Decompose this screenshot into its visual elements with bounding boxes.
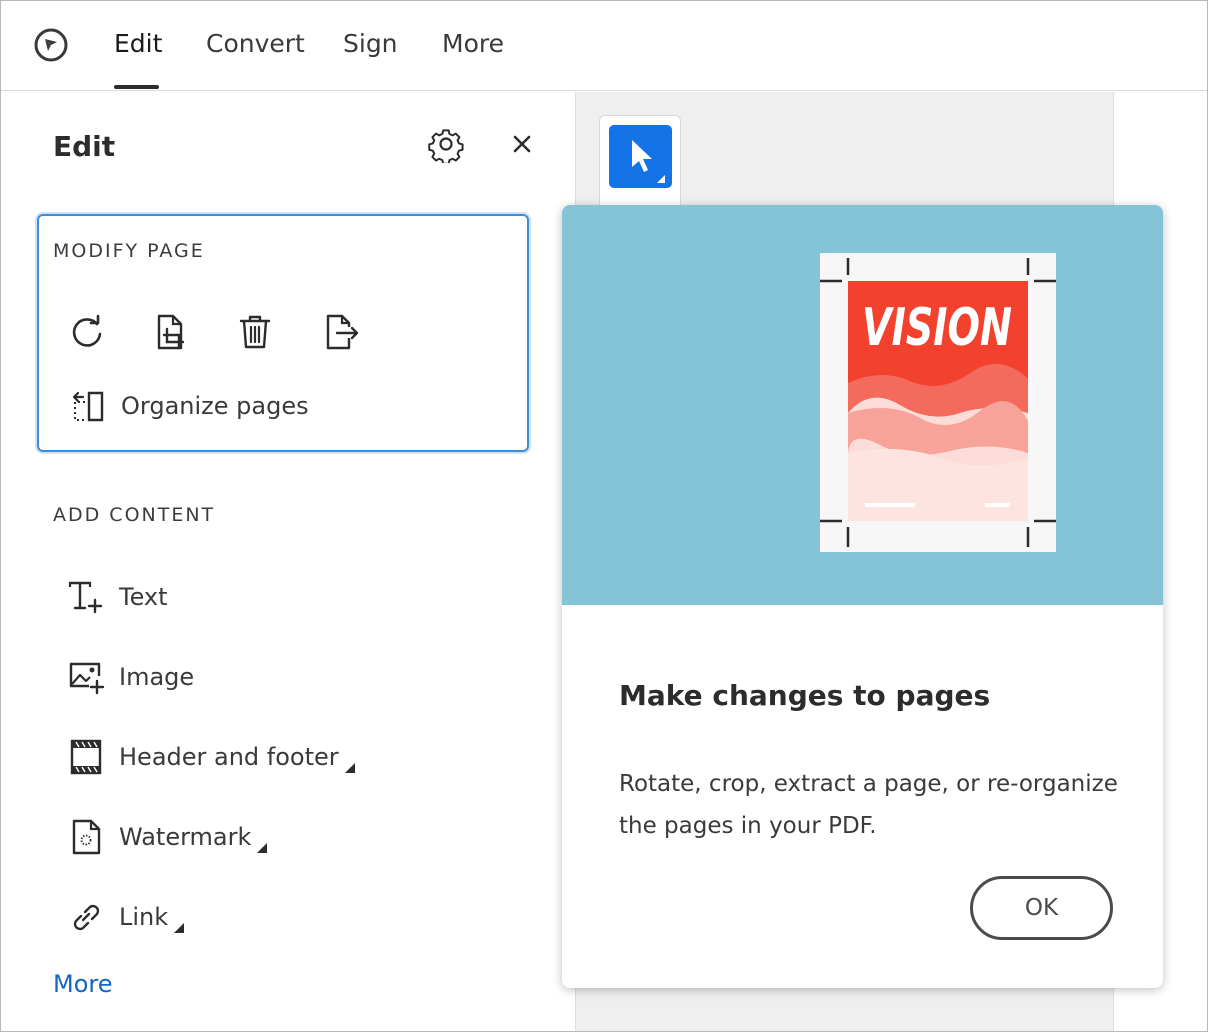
coach-title: Make changes to pages bbox=[619, 679, 991, 712]
extract-page-icon[interactable] bbox=[321, 312, 361, 352]
add-text-button[interactable]: Text bbox=[67, 575, 168, 619]
organize-pages-icon bbox=[72, 391, 104, 422]
top-toolbar: Edit Convert Sign More bbox=[1, 1, 1207, 91]
add-image-button[interactable]: Image bbox=[67, 655, 194, 699]
select-tool-button[interactable] bbox=[609, 125, 672, 188]
submenu-caret-icon bbox=[174, 923, 185, 933]
modify-page-heading: MODIFY PAGE bbox=[53, 240, 205, 262]
submenu-caret-icon bbox=[257, 843, 268, 853]
submenu-caret-icon bbox=[344, 763, 355, 773]
modify-page-section: MODIFY PAGE Organize pages bbox=[37, 214, 529, 452]
tab-more[interactable]: More bbox=[442, 29, 504, 58]
link-label: Link bbox=[119, 903, 169, 931]
crop-page-icon[interactable] bbox=[151, 312, 191, 352]
watermark-icon bbox=[72, 819, 101, 855]
header-footer-icon bbox=[70, 739, 102, 775]
add-image-label: Image bbox=[119, 663, 195, 691]
link-button[interactable]: Link bbox=[67, 895, 185, 939]
edit-panel: Edit MODIFY PAGE Organize pages ADD CONT… bbox=[1, 92, 574, 1031]
panel-title: Edit bbox=[53, 130, 116, 163]
organize-pages-label: Organize pages bbox=[121, 392, 309, 420]
coach-mark-dialog: VISION Make changes to pages Rotate, cro… bbox=[562, 205, 1163, 988]
header-footer-button[interactable]: Header and footer bbox=[67, 735, 355, 779]
tab-edit[interactable]: Edit bbox=[114, 29, 162, 58]
header-footer-label: Header and footer bbox=[119, 743, 339, 771]
coach-description: Rotate, crop, extract a page, or re-orga… bbox=[619, 771, 1118, 839]
link-icon bbox=[73, 904, 100, 931]
add-text-label: Text bbox=[119, 583, 168, 611]
organize-pages-button[interactable]: Organize pages bbox=[69, 386, 309, 426]
add-content-heading: ADD CONTENT bbox=[53, 504, 216, 526]
poster-illustration: VISION bbox=[820, 253, 1056, 552]
tab-convert[interactable]: Convert bbox=[206, 29, 305, 58]
active-tab-indicator bbox=[114, 85, 159, 89]
coach-illustration: VISION bbox=[562, 205, 1163, 605]
delete-icon[interactable] bbox=[235, 312, 275, 352]
add-image-icon bbox=[69, 662, 105, 695]
add-text-icon bbox=[68, 581, 103, 614]
compass-icon[interactable] bbox=[33, 27, 69, 63]
watermark-button[interactable]: Watermark bbox=[67, 815, 268, 859]
watermark-label: Watermark bbox=[119, 823, 252, 851]
rotate-icon[interactable] bbox=[67, 312, 107, 352]
ok-button[interactable]: OK bbox=[970, 876, 1113, 940]
tab-sign[interactable]: Sign bbox=[343, 29, 398, 58]
close-icon[interactable] bbox=[509, 131, 535, 157]
poster-title-text: VISION bbox=[862, 298, 1012, 358]
more-tools-link[interactable]: More bbox=[53, 970, 113, 998]
cursor-arrow-icon bbox=[632, 140, 665, 183]
gear-icon[interactable] bbox=[427, 125, 465, 163]
